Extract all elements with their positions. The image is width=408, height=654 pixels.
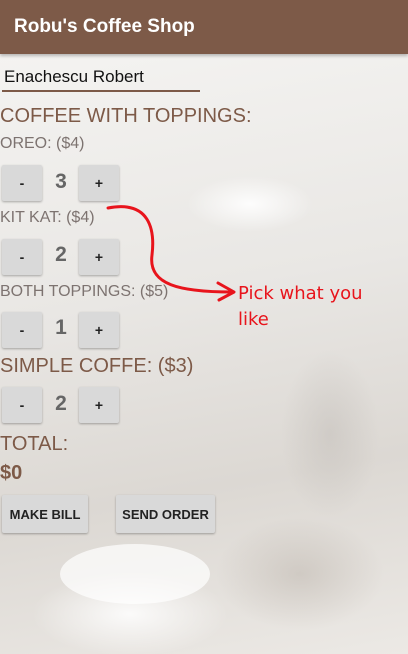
both-toppings-increment-button[interactable]: +	[79, 312, 119, 348]
send-order-button[interactable]: SEND ORDER	[116, 495, 215, 533]
total-value: $0	[0, 462, 23, 484]
both-toppings-quantity: 1	[55, 316, 67, 339]
annotation-text: Pick what you like	[238, 281, 398, 333]
make-bill-button[interactable]: MAKE BILL	[2, 495, 88, 533]
oreo-increment-button[interactable]: +	[79, 165, 119, 201]
app-title: Robu's Coffee Shop	[14, 16, 195, 37]
app-bar: Robu's Coffee Shop	[0, 0, 408, 54]
oreo-decrement-button[interactable]: -	[2, 165, 42, 201]
item-label-oreo: OREO: ($4)	[0, 135, 85, 152]
annotation-line-1: Pick what you	[238, 283, 363, 304]
item-label-kitkat: KIT KAT: ($4)	[0, 209, 95, 226]
item-label-simple-coffe: SIMPLE COFFE: ($3)	[0, 355, 194, 377]
kitkat-decrement-button[interactable]: -	[2, 239, 42, 275]
simple-coffe-quantity: 2	[55, 392, 67, 415]
kitkat-increment-button[interactable]: +	[79, 239, 119, 275]
section-heading: COFFEE WITH TOPPINGS:	[0, 105, 252, 127]
annotation-line-2: like	[238, 309, 269, 330]
name-input[interactable]	[2, 64, 200, 92]
total-label: TOTAL:	[0, 433, 69, 455]
item-label-both-toppings: BOTH TOPPINGS: ($5)	[0, 283, 169, 300]
simple-coffe-increment-button[interactable]: +	[79, 387, 119, 423]
both-toppings-decrement-button[interactable]: -	[2, 312, 42, 348]
oreo-quantity: 3	[55, 170, 67, 193]
simple-coffe-decrement-button[interactable]: -	[2, 387, 42, 423]
kitkat-quantity: 2	[55, 243, 67, 266]
